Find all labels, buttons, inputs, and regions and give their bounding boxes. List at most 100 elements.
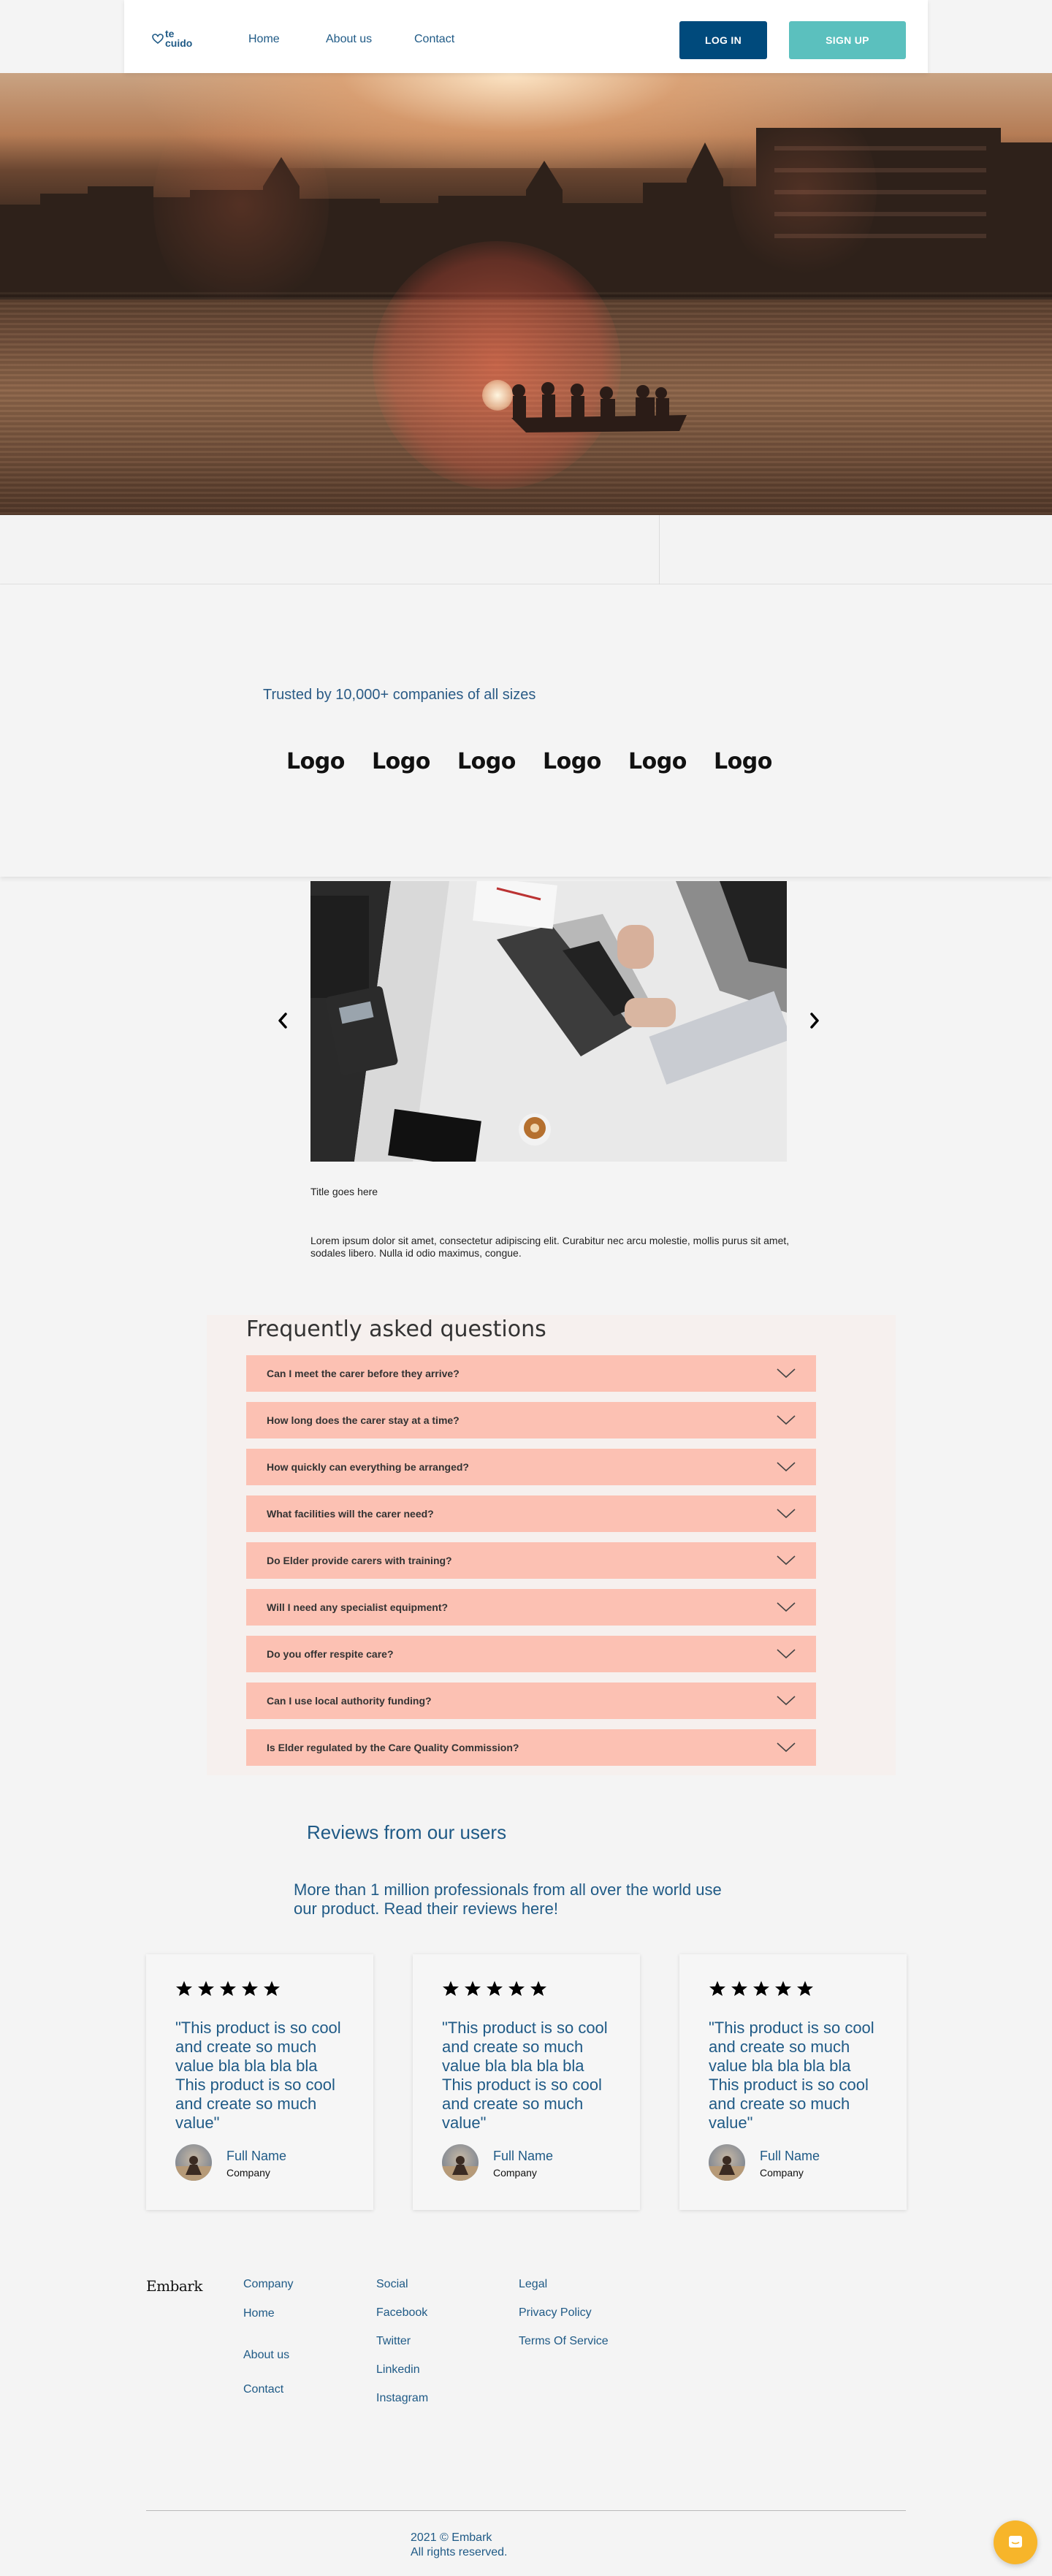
review-cards: "This product is so cool and create so m… [146, 1954, 907, 2210]
star-icon [465, 1981, 481, 1996]
desk-photo [310, 881, 787, 1162]
faq-question: Is Elder regulated by the Care Quality C… [267, 1742, 519, 1753]
star-icon [443, 1981, 459, 1996]
carousel-body: Lorem ipsum dolor sit amet, consectetur … [310, 1235, 790, 1259]
faq-question: How long does the carer stay at a time? [267, 1414, 460, 1426]
reviewer-name: Full Name [226, 2149, 287, 2163]
trusted-section: Trusted by 10,000+ companies of all size… [0, 584, 1052, 877]
chevron-down-icon [777, 1602, 796, 1612]
faq-question: Can I meet the carer before they arrive? [267, 1368, 460, 1379]
chevron-down-icon [777, 1509, 796, 1519]
star-icon [508, 1981, 525, 1996]
partner-logos: Logo Logo Logo Logo Logo Logo [286, 749, 772, 774]
faq-question: What facilities will the carer need? [267, 1508, 434, 1520]
review-quote: "This product is so cool and create so m… [442, 2019, 608, 2132]
faq-item[interactable]: Can I use local authority funding? [246, 1683, 816, 1719]
star-rating [709, 1980, 814, 1997]
partner-logo: Logo [372, 749, 430, 774]
footer-link-contact[interactable]: Contact [243, 2383, 293, 2396]
footer-link-instagram[interactable]: Instagram [376, 2392, 428, 2405]
footer-col-legal: Legal Privacy Policy Terms Of Service [519, 2278, 609, 2348]
trusted-text: Trusted by 10,000+ companies of all size… [263, 687, 536, 703]
nav-link-home[interactable]: Home [248, 33, 280, 46]
star-icon [709, 1981, 725, 1996]
partner-logo: Logo [543, 749, 601, 774]
avatar [709, 2144, 745, 2181]
faq-item[interactable]: What facilities will the carer need? [246, 1495, 816, 1532]
hero-bottom-strip [0, 515, 1052, 584]
reviewer-name: Full Name [760, 2149, 820, 2163]
star-icon [487, 1981, 503, 1996]
faq-item[interactable]: Will I need any specialist equipment? [246, 1589, 816, 1626]
chevron-down-icon [777, 1462, 796, 1472]
review-quote: "This product is so cool and create so m… [709, 2019, 874, 2132]
star-icon [176, 1981, 192, 1996]
star-rating [442, 1980, 547, 1997]
faq-question: Can I use local authority funding? [267, 1695, 432, 1707]
chevron-down-icon [777, 1368, 796, 1379]
star-icon [775, 1981, 791, 1996]
faq-item[interactable]: Do Elder provide carers with training? [246, 1542, 816, 1579]
review-quote: "This product is so cool and create so m… [175, 2019, 341, 2132]
heart-hand-icon [152, 34, 164, 45]
copyright-line-1: 2021 © Embark [411, 2531, 492, 2544]
footer-brand[interactable]: Embark [146, 2277, 202, 2295]
nav-link-about[interactable]: About us [326, 33, 372, 46]
star-icon [264, 1981, 280, 1996]
footer-col-company: Company Home About us Contact [243, 2278, 293, 2396]
chevron-down-icon [777, 1649, 796, 1659]
login-button[interactable]: LOG IN [679, 21, 767, 59]
chat-launcher-button[interactable] [994, 2520, 1037, 2564]
brand-logo[interactable]: te cuido [152, 28, 199, 48]
footer-link-linkedin[interactable]: Linkedin [376, 2363, 428, 2392]
faq-question: Do you offer respite care? [267, 1648, 394, 1660]
faq-item[interactable]: How long does the carer stay at a time? [246, 1402, 816, 1438]
review-card: "This product is so cool and create so m… [413, 1954, 640, 2210]
boat-silhouette [511, 382, 687, 432]
footer-heading-company[interactable]: Company [243, 2278, 293, 2307]
footer-col-social: Social Facebook Twitter Linkedin Instagr… [376, 2278, 428, 2405]
faq-item[interactable]: Can I meet the carer before they arrive? [246, 1355, 816, 1392]
chevron-left-icon[interactable] [276, 1012, 289, 1029]
chevron-down-icon [777, 1696, 796, 1706]
chevron-down-icon [777, 1742, 796, 1753]
star-icon [220, 1981, 236, 1996]
footer-link-privacy[interactable]: Privacy Policy [519, 2306, 609, 2335]
reviews-subtitle: More than 1 million professionals from a… [294, 1880, 722, 1918]
faq-question: Will I need any specialist equipment? [267, 1601, 449, 1613]
footer-link-facebook[interactable]: Facebook [376, 2306, 428, 2335]
star-icon [242, 1981, 258, 1996]
footer-heading-legal[interactable]: Legal [519, 2278, 609, 2306]
footer-link-terms[interactable]: Terms Of Service [519, 2335, 609, 2348]
footer-link-twitter[interactable]: Twitter [376, 2335, 428, 2363]
chevron-down-icon [777, 1415, 796, 1425]
footer-link-home[interactable]: Home [243, 2307, 293, 2349]
signup-button[interactable]: SIGN UP [789, 21, 906, 59]
star-icon [198, 1981, 214, 1996]
avatar [442, 2144, 479, 2181]
review-card: "This product is so cool and create so m… [679, 1954, 907, 2210]
partner-logo: Logo [628, 749, 687, 774]
chevron-right-icon[interactable] [808, 1012, 821, 1029]
copyright: 2021 © Embark All rights reserved. [411, 2531, 508, 2560]
footer-heading-social[interactable]: Social [376, 2278, 428, 2306]
faq-question: Do Elder provide carers with training? [267, 1555, 452, 1566]
faq-item[interactable]: Is Elder regulated by the Care Quality C… [246, 1729, 816, 1766]
reviews-title: Reviews from our users [307, 1821, 507, 1843]
faq-item[interactable]: Do you offer respite care? [246, 1636, 816, 1672]
star-icon [530, 1981, 546, 1996]
partner-logo: Logo [714, 749, 772, 774]
carousel-title: Title goes here [310, 1186, 378, 1197]
reviewer-company: Company [226, 2167, 270, 2179]
footer-link-about[interactable]: About us [243, 2349, 293, 2383]
review-card: "This product is so cool and create so m… [146, 1954, 373, 2210]
faq-section: Frequently asked questions Can I meet th… [207, 1315, 896, 1775]
partner-logo: Logo [457, 749, 516, 774]
star-icon [731, 1981, 747, 1996]
faq-item[interactable]: How quickly can everything be arranged? [246, 1449, 816, 1485]
nav-link-contact[interactable]: Contact [414, 33, 454, 46]
reviewer-company: Company [493, 2167, 537, 2179]
partner-logo: Logo [286, 749, 345, 774]
reviewer-name: Full Name [493, 2149, 554, 2163]
chat-icon [1009, 2536, 1022, 2548]
